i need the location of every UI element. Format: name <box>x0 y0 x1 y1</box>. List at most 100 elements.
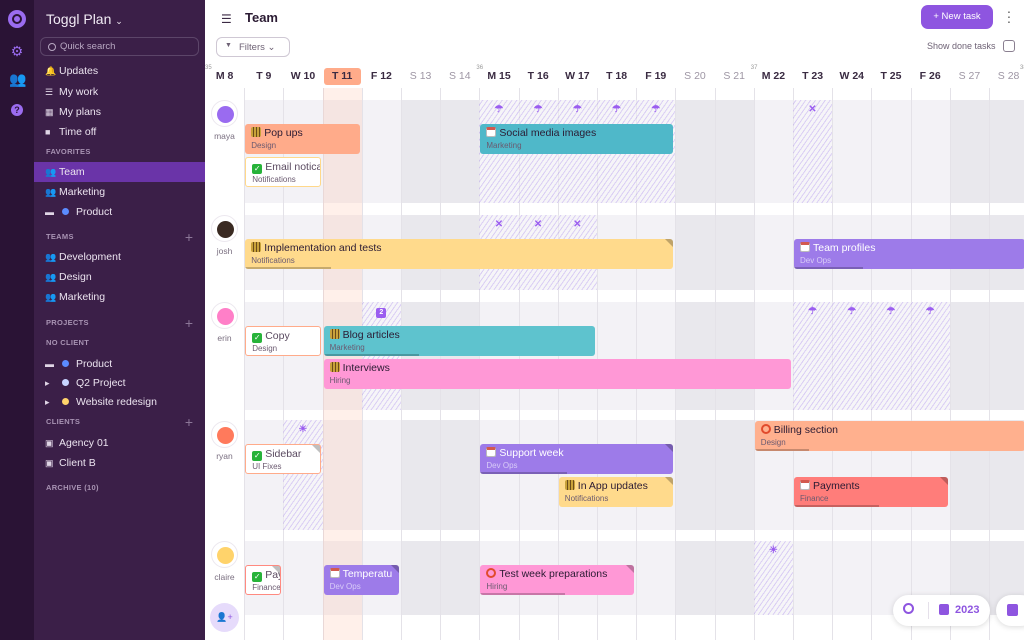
sidebar-item-development[interactable]: 👥 Development <box>34 247 205 267</box>
cross-icon: ✕ <box>573 219 582 230</box>
day-header[interactable]: M 15 <box>480 70 517 82</box>
list-icon: ☰ <box>45 87 54 97</box>
day-header[interactable]: S 21 <box>716 70 753 82</box>
task-bar[interactable]: Interviews Hiring <box>323 359 791 389</box>
day-header[interactable]: M 22 <box>755 70 792 82</box>
task-bar[interactable]: Blog articles Marketing <box>323 326 595 356</box>
task-bar[interactable]: Social media images Marketing <box>480 124 674 154</box>
avatar[interactable] <box>211 421 238 448</box>
zoom-in-icon[interactable] <box>903 603 914 614</box>
sidebar-item-updates[interactable]: 🔔 Updates <box>34 61 205 81</box>
calendar-icon[interactable] <box>939 604 949 615</box>
add-teams-icon[interactable]: + <box>185 230 193 244</box>
team-icon: 👥 <box>45 272 57 282</box>
day-header[interactable]: W 17 <box>559 70 596 82</box>
day-header[interactable]: S 13 <box>402 70 439 82</box>
construction-icon <box>251 127 262 137</box>
day-header[interactable]: T 23 <box>794 70 831 82</box>
sidebar-item-marketing[interactable]: 👥 Marketing <box>34 287 205 307</box>
logo-icon[interactable] <box>8 10 26 28</box>
time-off-block[interactable] <box>793 100 833 203</box>
task-bar[interactable]: Pop ups Design <box>245 124 360 154</box>
weekend-cell <box>949 100 989 203</box>
gear-icon[interactable]: ⚙ <box>9 43 25 59</box>
add-projects-icon[interactable]: + <box>185 316 193 330</box>
day-header[interactable]: S 14 <box>441 70 478 82</box>
year-button[interactable]: 2023 <box>955 604 979 616</box>
task-bar[interactable]: ✓ Copy Design <box>245 326 321 356</box>
sidebar-item-my-plans[interactable]: ▦ My plans <box>34 102 205 122</box>
time-off-block[interactable] <box>283 420 323 530</box>
task-bar[interactable]: Billing section Design <box>754 421 1024 451</box>
task-bar[interactable]: ✓PayFinance <box>245 565 282 595</box>
show-done-checkbox[interactable] <box>1003 40 1015 52</box>
day-header[interactable]: F 19 <box>637 70 674 82</box>
day-header[interactable]: S 20 <box>676 70 713 82</box>
day-header[interactable]: M 8 <box>206 70 243 82</box>
umbrella-icon: ☂ <box>847 306 857 317</box>
save-view-button[interactable] <box>996 595 1024 626</box>
sidebar-item-design[interactable]: 👥 Design <box>34 267 205 287</box>
time-off-block[interactable] <box>793 302 950 410</box>
task-bar[interactable]: Test week preparations Hiring <box>480 565 635 595</box>
page-title: Team <box>245 10 278 25</box>
more-options-icon[interactable]: · · · <box>1005 4 1013 28</box>
task-bar[interactable]: Temperatu Dev Ops <box>323 565 399 595</box>
team-icon[interactable]: 👥 <box>9 71 26 87</box>
construction-icon <box>329 329 340 339</box>
task-bar[interactable]: Payments Finance <box>794 477 948 507</box>
sidebar-item-my-work[interactable]: ☰ My work <box>34 82 205 102</box>
avatar[interactable] <box>211 215 238 242</box>
task-progress-bar <box>323 354 419 356</box>
day-header[interactable]: W 24 <box>833 70 870 82</box>
sidebar-item-team[interactable]: 👥 Team <box>34 162 205 182</box>
avatar[interactable] <box>211 541 238 568</box>
add-person-button[interactable]: 👤+ <box>210 603 239 632</box>
sidebar-item-product[interactable]: ▬ Product <box>34 354 205 374</box>
day-header[interactable]: T 11 <box>323 68 361 85</box>
collapse-menu-icon[interactable]: ☰ <box>221 12 233 26</box>
task-bar[interactable]: ✓ Email notica Notifications <box>245 157 321 187</box>
filters-button[interactable]: Filters ⌄ <box>216 37 290 57</box>
task-title-row: Support week <box>486 447 673 460</box>
sidebar-item-marketing[interactable]: 👥 Marketing <box>34 182 205 202</box>
timeline-grid: M 8T 9W 10 T 11 F 12 S 13 S 14 M 15 36 T 16 W 17… <box>205 60 1024 640</box>
day-header[interactable]: S 28 <box>990 70 1024 82</box>
avatar[interactable] <box>211 302 238 329</box>
task-note-corner <box>390 565 399 573</box>
day-header[interactable]: T 9 <box>245 70 282 82</box>
badge-count: 2 <box>376 308 387 318</box>
task-note-corner <box>311 445 320 453</box>
avatar-face <box>217 547 234 564</box>
sidebar-item-client-b[interactable]: ▣ Client B <box>34 453 205 473</box>
workspace-switcher[interactable]: Toggl Plan ⌄ <box>46 11 123 27</box>
no-client-heading: NO CLIENT <box>46 338 90 347</box>
avatar[interactable] <box>211 100 238 127</box>
quick-search-input[interactable]: Quick search <box>40 37 199 56</box>
task-bar[interactable]: In App updates Notifications <box>558 477 674 507</box>
day-header[interactable]: F 26 <box>912 70 949 82</box>
week-number: 35 <box>205 65 212 71</box>
day-header[interactable]: T 25 <box>872 70 909 82</box>
day-header[interactable]: T 16 <box>520 70 557 82</box>
day-header[interactable]: S 27 <box>951 70 988 82</box>
sidebar-item-label: Marketing <box>59 291 106 303</box>
task-bar[interactable]: Implementation and tests Notifications <box>245 239 674 269</box>
task-bar[interactable]: Support week Dev Ops <box>480 444 674 474</box>
task-bar[interactable]: Team profiles Dev Ops <box>794 239 1024 269</box>
task-bar[interactable]: ✓ Sidebar UI Fixes <box>245 444 321 474</box>
day-header[interactable]: F 12 <box>363 70 400 82</box>
new-task-button[interactable]: + New task <box>921 5 993 29</box>
help-icon[interactable]: ? <box>9 100 25 116</box>
sidebar-item-time-off[interactable]: ■ Time off <box>34 122 205 142</box>
sidebar-item-q2-project[interactable]: ▸ Q2 Project <box>34 373 205 393</box>
sidebar-item-website-redesign[interactable]: ▸ Website redesign <box>34 392 205 412</box>
check-icon: ✓ <box>252 451 263 461</box>
day-header[interactable]: W 10 <box>284 70 321 82</box>
day-header[interactable]: T 18 <box>598 70 635 82</box>
sidebar-item-product[interactable]: ▬ Product <box>34 202 205 222</box>
calendar-icon <box>486 447 497 457</box>
time-off-block[interactable] <box>361 302 401 410</box>
sidebar-item-agency-01[interactable]: ▣ Agency 01 <box>34 433 205 453</box>
add-clients-icon[interactable]: + <box>185 415 193 429</box>
